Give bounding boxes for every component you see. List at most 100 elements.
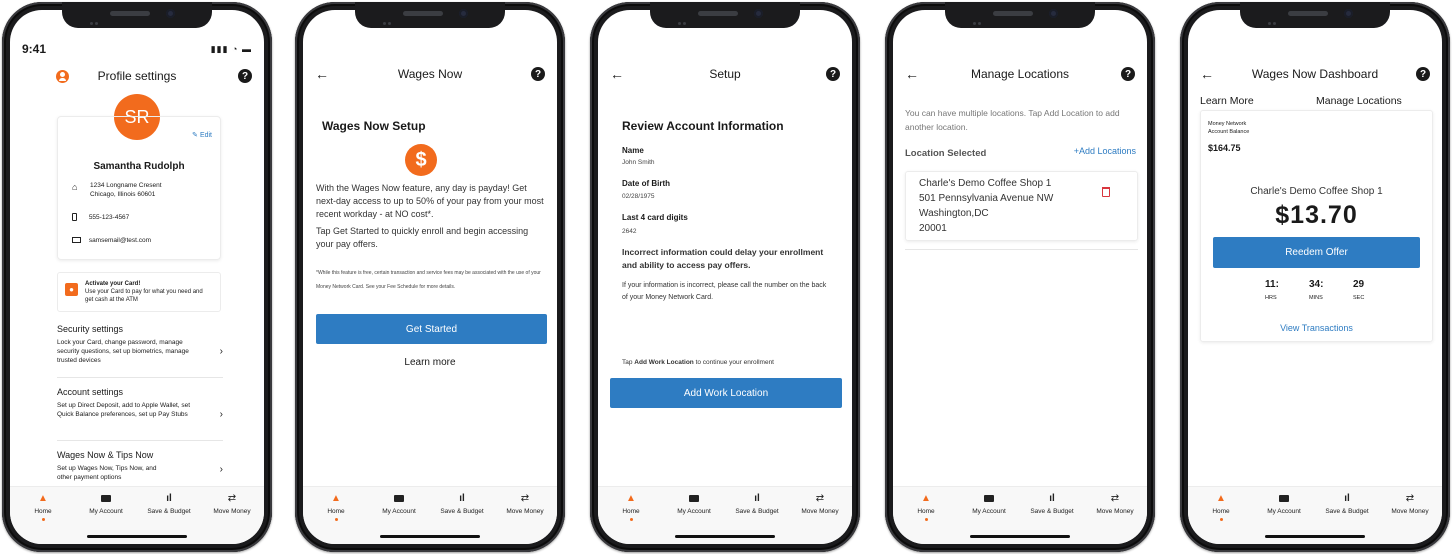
minutes-value: 34: — [1309, 279, 1324, 290]
add-locations-link[interactable]: +Add Locations — [1074, 146, 1136, 156]
chevron-right-icon: › — [219, 409, 223, 420]
tab-move-money[interactable]: ⇄ Move Money — [788, 493, 852, 515]
page-title: Profile settings — [97, 69, 177, 83]
bottom-tab-bar: ▲ Home My Account ıl Save & Budget ⇄ Move M… — [303, 486, 557, 544]
add-work-location-button[interactable]: Add Work Location — [610, 378, 842, 408]
email-row: samsemail@test.com — [72, 237, 151, 244]
name-label: Name — [622, 146, 644, 155]
phone-notch — [1240, 2, 1390, 28]
divider — [57, 377, 223, 378]
phone-profile-settings: 9:41 ▮▮▮ ◔ ▬ Profile settings ? SR ✎ Edi… — [2, 2, 272, 552]
location-city: Washington,DC — [919, 208, 989, 219]
transfer-icon: ⇄ — [227, 493, 237, 504]
home-icon: ▲ — [1216, 493, 1226, 504]
account-balance: $164.75 — [1208, 143, 1241, 153]
bar-chart-icon: ıl — [754, 493, 760, 504]
learn-more-link[interactable]: Learn more — [303, 357, 557, 368]
settings-item-title: Wages Now & Tips Now — [57, 450, 154, 460]
tab-move-money[interactable]: ⇄ Move Money — [1378, 493, 1442, 515]
help-icon[interactable]: ? — [531, 67, 545, 81]
profile-name: Samantha Rudolph — [93, 161, 185, 172]
dob-value: 02/28/1975 — [622, 193, 655, 200]
tab-save-budget[interactable]: ıl Save & Budget — [725, 493, 789, 515]
card-icon — [662, 493, 726, 505]
transfer-icon: ⇄ — [1405, 493, 1415, 504]
view-transactions-link[interactable]: View Transactions — [1201, 323, 1432, 333]
pencil-icon: ✎ — [192, 132, 198, 139]
bell-icon: ● — [65, 283, 78, 296]
promo-text: Use your Card to pay for what you need a… — [85, 289, 203, 303]
hours-value: 11: — [1265, 279, 1279, 290]
tab-move-money[interactable]: ⇄ Move Money — [1083, 493, 1147, 515]
review-screen: ← Setup ? Review Account Information Nam… — [598, 10, 852, 544]
divider — [905, 249, 1138, 250]
wages-setup-screen: ← Wages Now ? Wages Now Setup $ With the… — [303, 10, 557, 544]
manage-locations-link[interactable]: Manage Locations — [1316, 95, 1402, 107]
settings-item-title: Security settings — [57, 324, 124, 334]
tab-save-budget[interactable]: ıl Save & Budget — [1020, 493, 1084, 515]
tab-my-account[interactable]: My Account — [367, 493, 431, 515]
phone-wages-dashboard: ← Wages Now Dashboard ? Learn More Manag… — [1180, 2, 1450, 552]
continue-hint: Tap Add Work Location to continue your e… — [622, 359, 774, 366]
mobile-icon — [72, 213, 77, 221]
tab-home[interactable]: ▲ Home — [599, 493, 663, 521]
phone-notch — [945, 2, 1095, 28]
phone-wages-now-setup: ← Wages Now ? Wages Now Setup $ With the… — [295, 2, 565, 552]
back-arrow-icon[interactable]: ← — [610, 66, 624, 82]
location-name: Charle's Demo Coffee Shop 1 — [919, 178, 1052, 189]
back-arrow-icon[interactable]: ← — [315, 66, 329, 82]
email-address: samsemail@test.com — [88, 237, 152, 244]
tab-save-budget[interactable]: ıl Save & Budget — [430, 493, 494, 515]
settings-item-desc: Set up Direct Deposit, add to Apple Wall… — [57, 402, 191, 418]
edit-button[interactable]: ✎ Edit — [192, 131, 212, 139]
tab-my-account[interactable]: My Account — [74, 493, 138, 515]
tab-my-account[interactable]: My Account — [662, 493, 726, 515]
location-card[interactable]: Charle's Demo Coffee Shop 1 501 Pennsylv… — [905, 171, 1138, 241]
tab-move-money[interactable]: ⇄ Move Money — [493, 493, 557, 515]
dollar-icon: $ — [405, 144, 437, 176]
bar-chart-icon: ıl — [459, 493, 465, 504]
settings-item-wages-tips[interactable]: Wages Now & Tips Now Set up Wages Now, T… — [57, 450, 223, 488]
help-icon[interactable]: ? — [1416, 67, 1430, 81]
home-icon: ▲ — [38, 493, 48, 504]
redeem-offer-button[interactable]: Reedem Offer — [1213, 237, 1420, 268]
tab-home[interactable]: ▲ Home — [1189, 493, 1253, 521]
dashboard-screen: ← Wages Now Dashboard ? Learn More Manag… — [1188, 10, 1442, 544]
active-indicator — [334, 518, 338, 521]
card-icon — [1252, 493, 1316, 505]
tab-home[interactable]: ▲ Home — [304, 493, 368, 521]
seconds-label: SEC — [1353, 295, 1365, 301]
back-arrow-icon[interactable]: ← — [905, 66, 919, 82]
tab-home[interactable]: ▲ Home — [11, 493, 75, 521]
help-icon[interactable]: ? — [826, 67, 840, 81]
activate-card-banner[interactable]: ● Activate your Card! Use your Card to p… — [57, 272, 221, 312]
phone-notch — [62, 2, 212, 28]
help-icon[interactable]: ? — [238, 69, 252, 83]
card-digits-value: 2642 — [622, 228, 637, 235]
bottom-tab-bar: ▲ Home My Account ıl Save & Budget ⇄ Move M… — [10, 486, 264, 544]
name-value: John Smith — [622, 159, 655, 166]
dob-label: Date of Birth — [622, 179, 670, 188]
tab-home[interactable]: ▲ Home — [894, 493, 958, 521]
settings-item-account[interactable]: Account settings Set up Direct Deposit, … — [57, 387, 223, 437]
profile-icon[interactable] — [56, 69, 69, 83]
settings-item-security[interactable]: Security settings Lock your Card, change… — [57, 324, 223, 374]
dashboard-card: Money Network Account Balance $164.75 Ch… — [1200, 110, 1433, 342]
mail-icon — [72, 237, 81, 244]
learn-more-link[interactable]: Learn More — [1200, 95, 1254, 107]
tab-my-account[interactable]: My Account — [1252, 493, 1316, 515]
location-zip: 20001 — [919, 223, 947, 234]
shop-name: Charle's Demo Coffee Shop 1 — [1250, 186, 1383, 197]
trash-icon[interactable] — [1102, 187, 1110, 197]
tab-my-account[interactable]: My Account — [957, 493, 1021, 515]
home-icon: ▲ — [626, 493, 636, 504]
help-icon[interactable]: ? — [1121, 67, 1135, 81]
tab-move-money[interactable]: ⇄ Move Money — [200, 493, 264, 515]
tab-save-budget[interactable]: ıl Save & Budget — [1315, 493, 1379, 515]
get-started-button[interactable]: Get Started — [316, 314, 547, 344]
back-arrow-icon[interactable]: ← — [1200, 66, 1214, 82]
home-indicator — [87, 535, 187, 538]
tab-save-budget[interactable]: ıl Save & Budget — [137, 493, 201, 515]
promo-title: Activate your Card! — [85, 281, 141, 287]
house-icon: ⌂ — [72, 182, 78, 192]
